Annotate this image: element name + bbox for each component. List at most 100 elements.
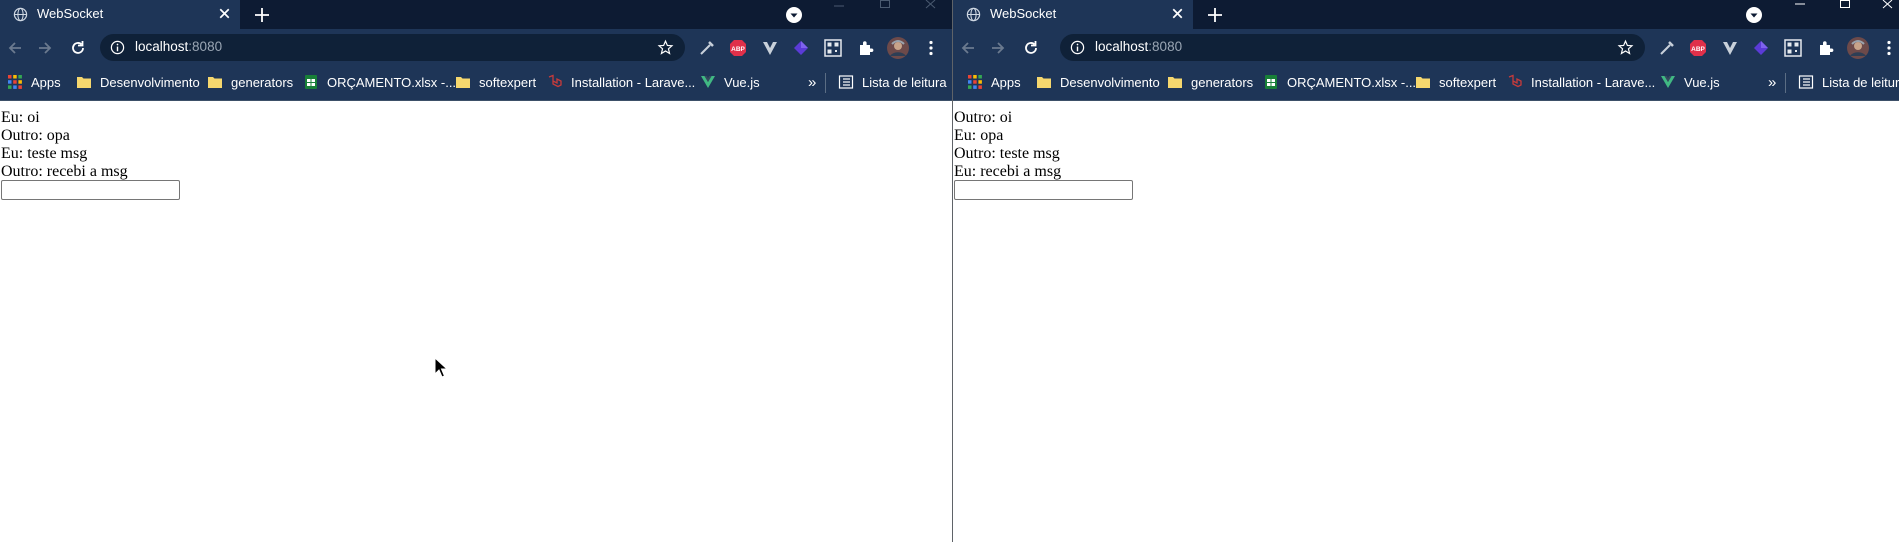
minimize-icon[interactable] bbox=[824, 0, 854, 14]
bookmark-label: Apps bbox=[991, 74, 1021, 90]
plus-icon[interactable] bbox=[1205, 5, 1225, 25]
bookmarks-divider bbox=[1785, 73, 1786, 93]
window-close-icon[interactable] bbox=[916, 0, 946, 14]
message-item: Outro: opa bbox=[1, 127, 70, 144]
puzzle-icon[interactable] bbox=[856, 38, 876, 58]
info-icon[interactable] bbox=[110, 40, 125, 55]
bookmark-orcamento[interactable]: ORÇAMENTO.xlsx -... bbox=[303, 72, 456, 92]
close-icon[interactable] bbox=[1169, 5, 1186, 22]
bookmark-apps[interactable]: Apps bbox=[967, 72, 1021, 92]
bookmark-softexpert[interactable]: softexpert bbox=[1415, 72, 1496, 92]
minimize-icon[interactable] bbox=[1785, 0, 1815, 14]
page-content: Outro: oi Eu: opa Outro: teste msg Eu: r… bbox=[953, 101, 1899, 542]
window-close-icon[interactable] bbox=[1873, 0, 1899, 14]
folder-icon bbox=[1168, 77, 1182, 88]
star-icon[interactable] bbox=[1617, 39, 1634, 56]
bookmark-apps[interactable]: Apps bbox=[7, 72, 61, 92]
info-icon[interactable] bbox=[1070, 40, 1085, 55]
bookmark-desenvolvimento[interactable]: Desenvolvimento bbox=[76, 72, 200, 92]
eyedropper-icon[interactable] bbox=[1657, 38, 1677, 58]
bookmark-label: ORÇAMENTO.xlsx -... bbox=[1287, 74, 1417, 90]
back-arrow-icon[interactable] bbox=[958, 38, 978, 58]
bookmark-vue[interactable]: Vue.js bbox=[700, 72, 760, 92]
bookmark-label: generators bbox=[231, 74, 294, 90]
qr-code-icon[interactable] bbox=[823, 38, 843, 58]
reading-list-button[interactable]: Lista de leitura bbox=[838, 72, 947, 92]
more-bookmarks-button[interactable]: » bbox=[808, 72, 816, 92]
message-input[interactable] bbox=[1, 180, 180, 200]
message-item: Outro: oi bbox=[954, 109, 1013, 126]
vue-icon bbox=[701, 76, 715, 88]
puzzle-icon[interactable] bbox=[1816, 38, 1836, 58]
tab-title: WebSocket bbox=[37, 6, 104, 21]
bookmark-generators[interactable]: generators bbox=[207, 72, 293, 92]
close-icon[interactable] bbox=[216, 5, 233, 22]
kebab-menu-icon[interactable] bbox=[921, 38, 941, 58]
plus-icon[interactable] bbox=[252, 5, 272, 25]
bookmarks-bar: Apps Desenvolvimento generators ORÇAMENT… bbox=[953, 66, 1899, 101]
address-bar[interactable]: localhost:8080 bbox=[100, 34, 685, 61]
gem-icon[interactable] bbox=[791, 38, 811, 58]
toolbar: localhost:8080 ABP bbox=[0, 29, 952, 66]
forward-arrow-icon[interactable] bbox=[988, 38, 1008, 58]
back-arrow-icon[interactable] bbox=[5, 38, 25, 58]
sheets-icon bbox=[1265, 75, 1277, 89]
bookmark-laravel[interactable]: Installation - Larave... bbox=[547, 72, 695, 92]
tab-websocket[interactable]: WebSocket bbox=[953, 0, 1193, 29]
bookmark-vue[interactable]: Vue.js bbox=[1660, 72, 1720, 92]
chevron-down-icon[interactable] bbox=[1744, 5, 1764, 25]
reload-icon[interactable] bbox=[68, 38, 88, 58]
bookmark-softexpert[interactable]: softexpert bbox=[455, 72, 536, 92]
forward-arrow-icon[interactable] bbox=[35, 38, 55, 58]
avatar[interactable] bbox=[1846, 36, 1870, 60]
kebab-menu-icon[interactable] bbox=[1879, 38, 1899, 58]
abp-icon[interactable]: ABP bbox=[1688, 38, 1708, 58]
apps-grid-icon bbox=[8, 75, 22, 89]
message-list: Eu: oi Outro: opa Eu: teste msg Outro: r… bbox=[1, 109, 128, 181]
star-icon[interactable] bbox=[657, 39, 674, 56]
folder-icon bbox=[1416, 77, 1430, 88]
maximize-icon[interactable] bbox=[1830, 0, 1860, 14]
page-content: Eu: oi Outro: opa Eu: teste msg Outro: r… bbox=[0, 101, 952, 542]
vuetify-icon[interactable] bbox=[1720, 38, 1740, 58]
browser-window-right: WebSocket localhost:8080 ABP Apps Desenv… bbox=[953, 0, 1899, 542]
message-input[interactable] bbox=[954, 180, 1133, 200]
reading-list-button[interactable]: Lista de leitura bbox=[1798, 72, 1899, 92]
toolbar: localhost:8080 ABP bbox=[953, 29, 1899, 66]
tab-websocket[interactable]: WebSocket bbox=[0, 0, 240, 29]
apps-grid-icon bbox=[968, 75, 982, 89]
folder-icon bbox=[456, 77, 470, 88]
folder-icon bbox=[1037, 77, 1051, 88]
browser-window-left: WebSocket localhost:8080 ABP Apps Desenv… bbox=[0, 0, 952, 542]
bookmark-desenvolvimento[interactable]: Desenvolvimento bbox=[1036, 72, 1160, 92]
bookmark-label: softexpert bbox=[479, 74, 537, 90]
bookmark-generators[interactable]: generators bbox=[1167, 72, 1253, 92]
tab-title: WebSocket bbox=[990, 6, 1057, 21]
gem-icon[interactable] bbox=[1751, 38, 1771, 58]
reload-icon[interactable] bbox=[1021, 38, 1041, 58]
message-item: Eu: recebi a msg bbox=[954, 163, 1062, 180]
bookmarks-bar: Apps Desenvolvimento generators ORÇAMENT… bbox=[0, 66, 952, 101]
vuetify-icon[interactable] bbox=[760, 38, 780, 58]
chevron-down-icon[interactable] bbox=[784, 5, 804, 25]
maximize-icon[interactable] bbox=[870, 0, 900, 14]
bookmark-laravel[interactable]: Installation - Larave... bbox=[1507, 72, 1655, 92]
title-bar: WebSocket bbox=[0, 0, 952, 29]
bookmark-label: Desenvolvimento bbox=[1060, 74, 1160, 90]
message-item: Eu: opa bbox=[954, 127, 1004, 144]
avatar[interactable] bbox=[886, 36, 910, 60]
mouse-cursor-icon bbox=[434, 357, 448, 378]
bookmark-orcamento[interactable]: ORÇAMENTO.xlsx -... bbox=[1263, 72, 1416, 92]
svg-text:ABP: ABP bbox=[731, 46, 745, 53]
laravel-icon bbox=[548, 74, 562, 88]
eyedropper-icon[interactable] bbox=[697, 38, 717, 58]
message-item: Outro: recebi a msg bbox=[1, 163, 128, 180]
abp-icon[interactable]: ABP bbox=[728, 38, 748, 58]
address-bar[interactable]: localhost:8080 bbox=[1060, 34, 1645, 61]
bookmark-label: Vue.js bbox=[1684, 74, 1720, 90]
qr-code-icon[interactable] bbox=[1783, 38, 1803, 58]
bookmark-label: generators bbox=[1191, 74, 1254, 90]
more-bookmarks-button[interactable]: » bbox=[1768, 72, 1776, 92]
globe-icon bbox=[13, 7, 28, 22]
svg-text:ABP: ABP bbox=[1691, 46, 1705, 53]
